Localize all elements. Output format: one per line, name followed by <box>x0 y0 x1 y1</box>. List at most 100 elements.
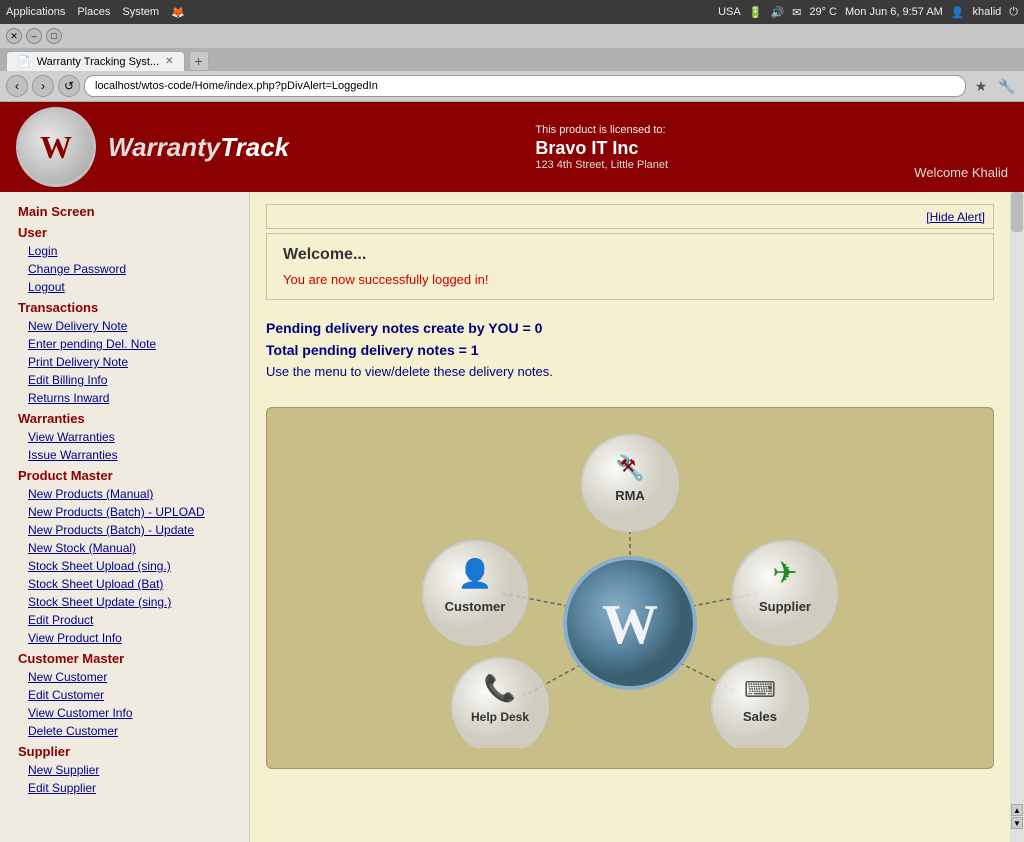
os-system-menu[interactable]: System <box>122 6 159 18</box>
customer-label: Customer <box>445 599 506 614</box>
site-header: W WarrantyTrack This product is licensed… <box>0 102 1024 192</box>
helpdesk-circle[interactable] <box>452 658 548 748</box>
content-area: [Hide Alert] Welcome... You are now succ… <box>250 192 1010 842</box>
sidebar-item-edit-customer[interactable]: Edit Customer <box>0 686 249 704</box>
welcome-message: You are now successfully logged in! <box>283 272 977 287</box>
tools-button[interactable]: 🔧 <box>996 75 1018 97</box>
sidebar-item-enter-pending-del-note[interactable]: Enter pending Del. Note <box>0 335 249 353</box>
bookmark-button[interactable]: ★ <box>970 75 992 97</box>
sidebar-section-customer: Customer Master <box>0 647 249 668</box>
sidebar-item-print-delivery-note[interactable]: Print Delivery Note <box>0 353 249 371</box>
sidebar-item-edit-billing-info[interactable]: Edit Billing Info <box>0 371 249 389</box>
window-controls: ✕ – □ <box>6 28 62 44</box>
close-button[interactable]: ✕ <box>6 28 22 44</box>
volume-icon: 🔊 <box>770 6 784 19</box>
sidebar-item-stock-sheet-upload-bat[interactable]: Stock Sheet Upload (Bat) <box>0 575 249 593</box>
licensed-to-label: This product is licensed to: <box>535 124 668 136</box>
center-gear-letter: W <box>602 594 658 656</box>
browser-tab[interactable]: 📄 Warranty Tracking Syst... ✕ <box>6 51 185 71</box>
sidebar-item-new-stock-manual[interactable]: New Stock (Manual) <box>0 539 249 557</box>
temperature-display: 29° C <box>809 6 837 18</box>
sidebar: Main Screen User Login Change Password L… <box>0 192 250 842</box>
tab-close-button[interactable]: ✕ <box>165 56 173 67</box>
sidebar-item-login[interactable]: Login <box>0 242 249 260</box>
sidebar-section-main: Main Screen <box>0 200 249 221</box>
scroll-up-button[interactable]: ▲ <box>1011 804 1023 816</box>
forward-button[interactable]: › <box>32 75 54 97</box>
stat-pending-you: Pending delivery notes create by YOU = 0 <box>266 320 994 336</box>
battery-icon: 🔋 <box>749 6 763 19</box>
company-address: 123 4th Street, Little Planet <box>535 159 668 171</box>
welcome-message-header: Welcome Khalid <box>914 165 1008 184</box>
sidebar-section-user: User <box>0 221 249 242</box>
sidebar-section-supplier: Supplier <box>0 740 249 761</box>
nav-bar: ‹ › ↺ ★ 🔧 <box>0 71 1024 101</box>
sidebar-item-new-supplier[interactable]: New Supplier <box>0 761 249 779</box>
stat-instruction: Use the menu to view/delete these delive… <box>266 364 994 379</box>
stat-total-pending: Total pending delivery notes = 1 <box>266 342 994 358</box>
alert-bar: [Hide Alert] <box>266 204 994 229</box>
sidebar-item-view-warranties[interactable]: View Warranties <box>0 428 249 446</box>
sidebar-item-view-product-info[interactable]: View Product Info <box>0 629 249 647</box>
sidebar-item-new-products-batch-upload[interactable]: New Products (Batch) - UPLOAD <box>0 503 249 521</box>
os-places-menu[interactable]: Places <box>77 6 110 18</box>
scroll-down-button[interactable]: ▼ <box>1011 817 1023 829</box>
os-taskbar: Applications Places System 🦊 USA 🔋 🔊 ✉ 2… <box>0 0 1024 24</box>
tab-bar: 📄 Warranty Tracking Syst... ✕ + <box>0 48 1024 71</box>
sidebar-section-warranties: Warranties <box>0 407 249 428</box>
email-icon: ✉ <box>792 6 801 19</box>
sales-label: Sales <box>743 709 777 724</box>
hide-alert-button[interactable]: [Hide Alert] <box>926 210 985 224</box>
sidebar-item-new-products-batch-update[interactable]: New Products (Batch) - Update <box>0 521 249 539</box>
welcome-box: Welcome... You are now successfully logg… <box>266 233 994 300</box>
tab-title: Warranty Tracking Syst... <box>37 56 159 68</box>
sidebar-item-change-password[interactable]: Change Password <box>0 260 249 278</box>
page-wrapper: W WarrantyTrack This product is licensed… <box>0 102 1024 842</box>
sidebar-section-transactions: Transactions <box>0 296 249 317</box>
sidebar-item-view-customer-info[interactable]: View Customer Info <box>0 704 249 722</box>
sidebar-section-product: Product Master <box>0 464 249 485</box>
helpdesk-label: Help Desk <box>471 710 529 724</box>
os-apps-menu[interactable]: Applications <box>6 6 65 18</box>
sidebar-item-issue-warranties[interactable]: Issue Warranties <box>0 446 249 464</box>
minimize-button[interactable]: – <box>26 28 42 44</box>
username-display: khalid <box>973 6 1002 18</box>
helpdesk-icon: 📞 <box>484 671 517 703</box>
header-info: This product is licensed to: Bravo IT In… <box>535 124 668 171</box>
logo-icon: W <box>16 107 96 187</box>
sales-circle[interactable] <box>712 658 808 748</box>
reload-button[interactable]: ↺ <box>58 75 80 97</box>
logo-text: WarrantyTrack <box>108 132 289 163</box>
welcome-title: Welcome... <box>283 246 977 264</box>
scrollbar[interactable]: ▲ ▼ <box>1010 192 1024 842</box>
maximize-button[interactable]: □ <box>46 28 62 44</box>
supplier-icon: ✈ <box>772 557 797 590</box>
sidebar-item-edit-supplier[interactable]: Edit Supplier <box>0 779 249 797</box>
customer-icon: 👤 <box>458 557 493 590</box>
rma-icon-wrench: ⚒ <box>620 456 636 476</box>
sidebar-item-new-delivery-note[interactable]: New Delivery Note <box>0 317 249 335</box>
user-icon: 👤 <box>951 6 965 19</box>
diagram-container: W 🔧 ⚒ RMA 👤 Customer ✈ Supplier <box>266 407 994 769</box>
firefox-icon: 🦊 <box>171 6 185 19</box>
sidebar-item-stock-sheet-upload-sing[interactable]: Stock Sheet Upload (sing.) <box>0 557 249 575</box>
logo-area: W WarrantyTrack <box>16 107 289 187</box>
sidebar-item-edit-product[interactable]: Edit Product <box>0 611 249 629</box>
sidebar-item-logout[interactable]: Logout <box>0 278 249 296</box>
sidebar-item-delete-customer[interactable]: Delete Customer <box>0 722 249 740</box>
sidebar-item-new-products-manual[interactable]: New Products (Manual) <box>0 485 249 503</box>
sidebar-item-new-customer[interactable]: New Customer <box>0 668 249 686</box>
customer-circle[interactable] <box>423 541 527 645</box>
back-button[interactable]: ‹ <box>6 75 28 97</box>
tab-favicon: 📄 <box>17 55 31 68</box>
url-bar[interactable] <box>84 75 966 97</box>
new-tab-button[interactable]: + <box>189 51 209 71</box>
rma-circle[interactable] <box>582 435 678 531</box>
scroll-thumb[interactable] <box>1011 192 1023 232</box>
sidebar-item-stock-sheet-update-sing[interactable]: Stock Sheet Update (sing.) <box>0 593 249 611</box>
sidebar-item-returns-inward[interactable]: Returns Inward <box>0 389 249 407</box>
main-layout: Main Screen User Login Change Password L… <box>0 192 1024 842</box>
power-icon[interactable]: ⏻ <box>1009 6 1018 19</box>
sales-icon: ⌨ <box>744 677 776 702</box>
browser-titlebar: ✕ – □ <box>0 24 1024 48</box>
